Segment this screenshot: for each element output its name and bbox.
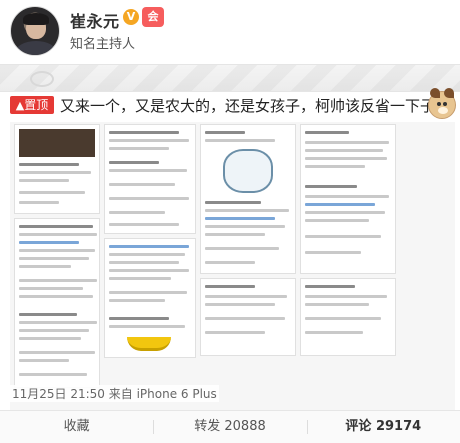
favorite-button[interactable]: 收藏 bbox=[0, 411, 153, 443]
dog-face-emoji-icon bbox=[428, 88, 456, 119]
comment-button[interactable]: 评论 29174 bbox=[306, 411, 460, 443]
pin-arrow-icon: ▲ bbox=[15, 99, 25, 112]
vip-member-icon[interactable]: 会 bbox=[142, 7, 164, 27]
profile-header: 崔永元 V 会 知名主持人 bbox=[0, 0, 460, 64]
favorite-label: 收藏 bbox=[63, 419, 90, 434]
screenshot-thumbnail[interactable] bbox=[104, 124, 196, 234]
repost-label: 转发 bbox=[194, 419, 221, 434]
screenshot-thumbnail[interactable] bbox=[200, 278, 296, 356]
action-bar: 收藏 转发 20888 评论 29174 bbox=[0, 410, 460, 443]
post-body: 又来一个，又是农大的，还是女孩子，柯帅该反省一下子。 bbox=[60, 97, 451, 115]
post-timestamp: 11月25日 21:50 bbox=[12, 387, 105, 401]
post-image-collage[interactable] bbox=[10, 122, 455, 430]
decorative-banner bbox=[0, 64, 460, 92]
screenshot-thumbnail[interactable] bbox=[300, 124, 396, 274]
pinned-badge: ▲置顶 bbox=[10, 96, 54, 114]
verified-icon: V bbox=[123, 9, 139, 25]
screenshot-thumbnail[interactable] bbox=[14, 218, 100, 388]
avatar[interactable] bbox=[10, 6, 60, 56]
screenshot-thumbnail[interactable] bbox=[14, 124, 100, 214]
screenshot-thumbnail[interactable] bbox=[200, 124, 296, 274]
pinned-label: 置顶 bbox=[24, 98, 49, 112]
username[interactable]: 崔永元 bbox=[70, 8, 120, 32]
repost-button[interactable]: 转发 20888 bbox=[153, 411, 306, 443]
post-text: ▲置顶 又来一个，又是农大的，还是女孩子，柯帅该反省一下子。 bbox=[10, 96, 450, 116]
comment-count: 29174 bbox=[375, 419, 422, 434]
post-meta: 11月25日 21:50 来自 iPhone 6 Plus bbox=[10, 385, 219, 402]
user-title: 知名主持人 bbox=[70, 37, 136, 52]
comment-label: 评论 bbox=[345, 419, 372, 434]
screenshot-thumbnail[interactable] bbox=[104, 238, 196, 358]
post-source: 来自 iPhone 6 Plus bbox=[108, 387, 217, 401]
weibo-watermark-icon bbox=[30, 71, 54, 87]
repost-count: 20888 bbox=[224, 419, 266, 434]
screenshot-thumbnail[interactable] bbox=[300, 278, 396, 356]
